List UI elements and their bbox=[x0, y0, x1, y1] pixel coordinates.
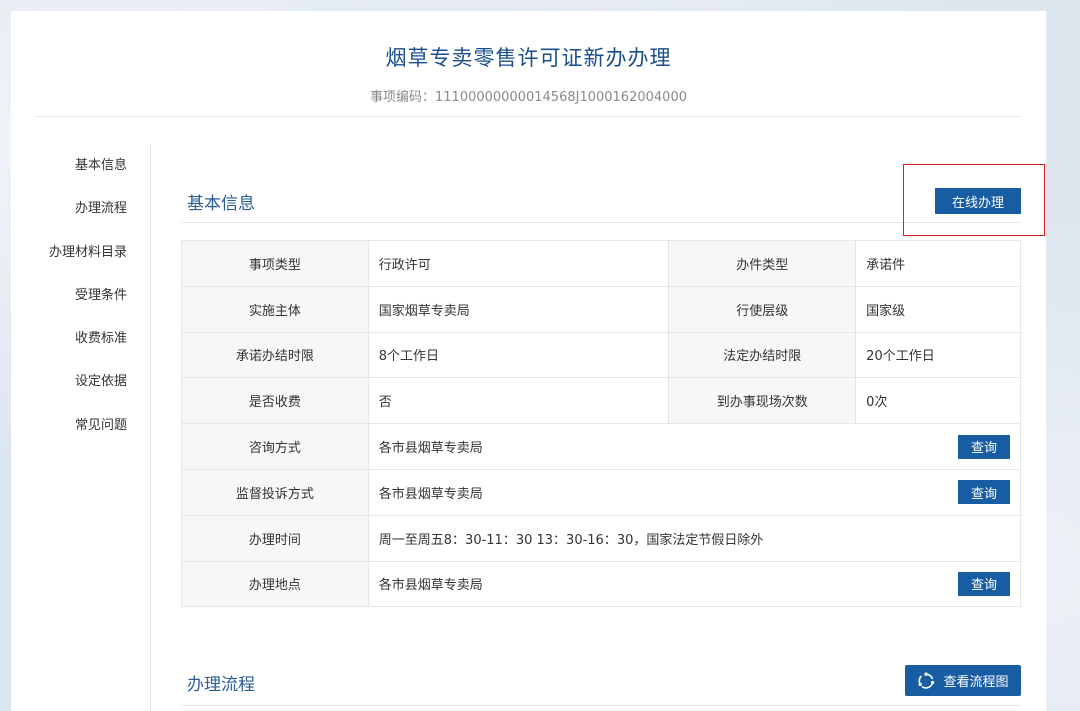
complaint-query-button[interactable]: 查询 bbox=[958, 480, 1010, 505]
row-label: 事项类型 bbox=[181, 240, 369, 287]
sidebar-item-materials[interactable]: 办理材料目录 bbox=[11, 231, 150, 274]
sidebar-item-conditions[interactable]: 受理条件 bbox=[11, 274, 150, 317]
row-label: 监督投诉方式 bbox=[181, 468, 369, 516]
consult-query-button[interactable]: 查询 bbox=[958, 434, 1010, 459]
view-flowchart-button[interactable]: 查看流程图 bbox=[905, 665, 1021, 696]
table-row: 是否收费 否 到办事现场次数 0次 bbox=[181, 377, 1021, 425]
basic-info-table: 事项类型 行政许可 办件类型 承诺件 实施主体 国家烟草专卖局 行使层级 国家级… bbox=[181, 240, 1022, 608]
row-value: 0次 bbox=[855, 377, 1021, 425]
row-label: 办理时间 bbox=[181, 514, 369, 562]
view-flowchart-label: 查看流程图 bbox=[943, 675, 1009, 690]
sidebar-item-basic-info[interactable]: 基本信息 bbox=[11, 144, 150, 187]
row-value: 各市县烟草专卖局 查询 bbox=[367, 468, 1022, 516]
page-header: 烟草专卖零售许可证新办办理 事项编码：11100000000014568J100… bbox=[11, 11, 1046, 105]
table-row: 咨询方式 各市县烟草专卖局 查询 bbox=[181, 423, 1022, 470]
table-row: 办理地点 各市县烟草专卖局 查询 bbox=[181, 560, 1022, 608]
sidebar-item-faq[interactable]: 常见问题 bbox=[11, 404, 150, 447]
row-label: 实施主体 bbox=[181, 285, 369, 333]
consult-value: 各市县烟草专卖局 bbox=[378, 441, 483, 457]
table-row: 监督投诉方式 各市县烟草专卖局 查询 bbox=[181, 468, 1022, 516]
refresh-cycle-icon bbox=[917, 672, 935, 690]
table-row: 办理时间 周一至周五8：30-11：30 13：30-16：30，国家法定节假日… bbox=[181, 514, 1022, 562]
process-section-header: 办理流程 bbox=[181, 666, 1021, 706]
row-label: 办理地点 bbox=[181, 560, 369, 608]
row-label: 行使层级 bbox=[668, 285, 857, 333]
sidebar-item-basis[interactable]: 设定依据 bbox=[11, 360, 150, 403]
main-panel: 烟草专卖零售许可证新办办理 事项编码：11100000000014568J100… bbox=[11, 11, 1046, 711]
table-row: 实施主体 国家烟草专卖局 行使层级 国家级 bbox=[181, 285, 1021, 333]
row-value: 国家级 bbox=[855, 285, 1021, 333]
row-label: 法定办结时限 bbox=[668, 331, 857, 379]
row-value-wrap: 各市县烟草专卖局 查询 bbox=[378, 434, 1010, 459]
location-query-button[interactable]: 查询 bbox=[958, 571, 1010, 596]
row-value-wrap: 各市县烟草专卖局 查询 bbox=[378, 571, 1010, 596]
sidebar-nav: 基本信息 办理流程 办理材料目录 受理条件 收费标准 设定依据 常见问题 bbox=[11, 144, 151, 711]
row-value: 国家烟草专卖局 bbox=[367, 285, 670, 333]
item-code-label: 事项编码： bbox=[370, 90, 436, 105]
location-value: 各市县烟草专卖局 bbox=[378, 578, 483, 594]
row-label: 咨询方式 bbox=[181, 423, 369, 470]
row-label: 承诺办结时限 bbox=[181, 331, 369, 379]
item-code-value: 11100000000014568J1000162004000 bbox=[435, 90, 687, 105]
item-code: 事项编码：11100000000014568J1000162004000 bbox=[11, 86, 1046, 105]
row-label: 到办事现场次数 bbox=[668, 377, 857, 425]
row-label: 是否收费 bbox=[181, 377, 369, 425]
row-value: 各市县烟草专卖局 查询 bbox=[367, 423, 1022, 470]
table-row: 承诺办结时限 8个工作日 法定办结时限 20个工作日 bbox=[181, 331, 1021, 379]
row-label: 办件类型 bbox=[668, 240, 857, 287]
row-value: 承诺件 bbox=[855, 240, 1021, 287]
sidebar-item-fees[interactable]: 收费标准 bbox=[11, 317, 150, 360]
basic-info-section-header: 基本信息 bbox=[181, 188, 1021, 223]
office-hours-value: 周一至周五8：30-11：30 13：30-16：30，国家法定节假日除外 bbox=[367, 514, 1022, 562]
process-title: 办理流程 bbox=[187, 675, 255, 695]
page-title: 烟草专卖零售许可证新办办理 bbox=[385, 46, 672, 70]
table-row: 事项类型 行政许可 办件类型 承诺件 bbox=[181, 240, 1021, 287]
basic-info-title: 基本信息 bbox=[187, 194, 255, 214]
online-apply-button[interactable]: 在线办理 bbox=[935, 188, 1021, 214]
complaint-value: 各市县烟草专卖局 bbox=[378, 486, 483, 502]
header-divider bbox=[36, 116, 1021, 117]
row-value: 8个工作日 bbox=[367, 331, 670, 379]
row-value-wrap: 各市县烟草专卖局 查询 bbox=[378, 480, 1010, 505]
row-value: 行政许可 bbox=[367, 240, 670, 287]
row-value: 否 bbox=[367, 377, 670, 425]
sidebar-item-process[interactable]: 办理流程 bbox=[11, 187, 150, 230]
row-value: 各市县烟草专卖局 查询 bbox=[367, 560, 1022, 608]
row-value: 20个工作日 bbox=[855, 331, 1021, 379]
